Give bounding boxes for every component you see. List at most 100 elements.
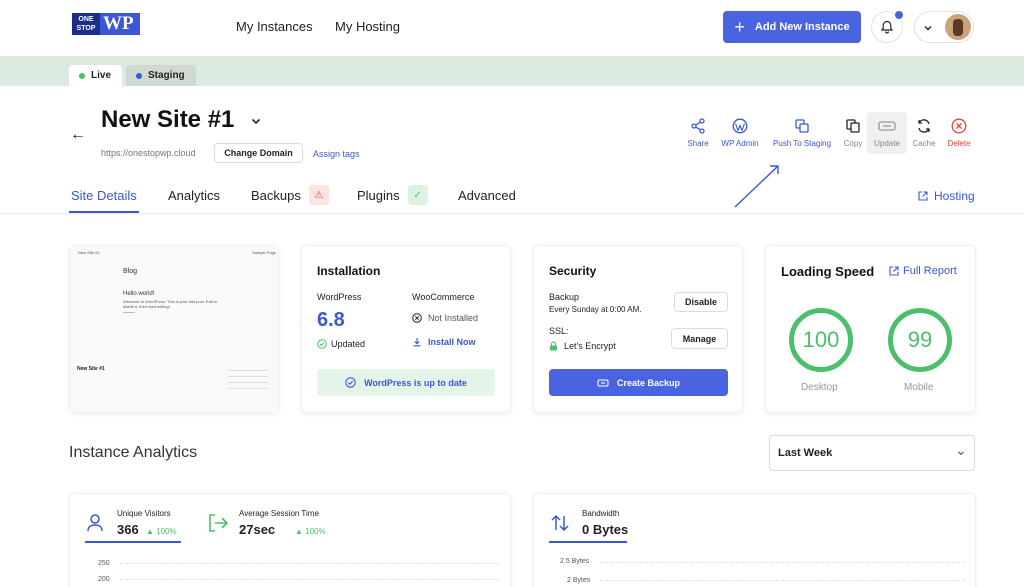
bandwidth-label: Bandwidth (582, 509, 620, 518)
tab-plugins[interactable]: Plugins ✓ (357, 185, 428, 205)
unique-visitors-value: 366 (117, 522, 139, 537)
site-url[interactable]: https://onestopwp.cloud (101, 148, 196, 158)
tab-analytics[interactable]: Analytics (168, 188, 220, 203)
security-title: Security (549, 264, 597, 278)
bandwidth-chart-card (533, 493, 976, 587)
copy-icon (844, 117, 862, 135)
hosting-link[interactable]: Hosting (918, 189, 975, 203)
instance-analytics-title: Instance Analytics (69, 444, 198, 461)
install-now-label: Install Now (428, 337, 476, 347)
tab-site-details-label: Site Details (71, 188, 137, 203)
env-tab-live-label: Live (91, 70, 112, 81)
transfer-arrows-icon (551, 514, 569, 532)
tab-backups[interactable]: Backups ⚠ (251, 185, 329, 205)
loading-speed-title: Loading Speed (781, 264, 875, 279)
delete-button[interactable]: Delete (937, 117, 981, 157)
check-circle-icon (317, 339, 327, 349)
check-circle-icon (345, 377, 356, 388)
installation-title: Installation (317, 264, 381, 278)
active-tab-indicator (69, 211, 139, 213)
desktop-label: Desktop (801, 382, 838, 393)
logo-line-2: STOP (76, 25, 96, 32)
avatar (945, 14, 971, 40)
user-menu[interactable] (914, 11, 974, 43)
push-to-staging-button[interactable]: Push To Staging (770, 117, 834, 157)
tab-analytics-label: Analytics (168, 188, 221, 203)
woocommerce-label: WooCommerce (412, 292, 475, 302)
update-button[interactable]: Update (867, 112, 907, 154)
preview-post-title: Hello world! (123, 291, 155, 297)
unique-visitors-delta-value: 100% (156, 527, 177, 536)
chevron-down-icon (924, 26, 932, 31)
bandwidth-gridline (600, 562, 965, 563)
bandwidth-active-indicator (549, 541, 627, 543)
tab-site-details[interactable]: Site Details (71, 188, 137, 203)
top-navbar: ONE STOP WP My Instances My Hosting + Add… (0, 0, 1024, 56)
user-icon (87, 514, 103, 532)
wordpress-label: WordPress (317, 292, 362, 302)
environment-bar: Live Staging (0, 56, 1024, 86)
push-to-staging-label: Push To Staging (772, 139, 832, 148)
x-circle-icon (412, 313, 422, 323)
staging-dot-icon (136, 72, 142, 79)
create-backup-button[interactable]: Create Backup (549, 369, 728, 396)
check-circle-icon: ✓ (407, 185, 428, 205)
ssl-status: Let's Encrypt (549, 341, 616, 351)
exit-icon (209, 514, 229, 532)
bandwidth-value: 0 Bytes (582, 522, 629, 537)
bandwidth-axis-tick: 2 Bytes (567, 577, 591, 584)
wp-admin-label: WP Admin (721, 139, 759, 148)
add-new-instance-button[interactable]: + Add New Instance (723, 11, 861, 43)
delete-label: Delete (947, 139, 971, 148)
external-link-icon (889, 266, 899, 276)
change-domain-button[interactable]: Change Domain (214, 143, 303, 163)
date-range-value: Last Week (778, 447, 833, 459)
add-new-instance-label: Add New Instance (754, 21, 850, 33)
site-preview-card[interactable]: New Site #1 Sample Page Blog Hello world… (69, 245, 279, 413)
site-thumbnail: New Site #1 Sample Page Blog Hello world… (70, 246, 278, 412)
full-report-link[interactable]: Full Report (889, 265, 957, 277)
install-now-button[interactable]: Install Now (412, 337, 476, 347)
wordpress-up-to-date-banner: WordPress is up to date (317, 369, 495, 396)
tab-advanced[interactable]: Advanced (458, 188, 516, 203)
date-range-select[interactable]: Last Week (769, 435, 975, 471)
mobile-score-gauge: 99 (888, 308, 952, 372)
nav-my-hosting[interactable]: My Hosting (335, 19, 400, 34)
wp-admin-button[interactable]: WP Admin (718, 117, 762, 157)
unique-visitors-delta: ▲ 100% (146, 527, 177, 536)
manage-ssl-button[interactable]: Manage (671, 328, 728, 349)
wordpress-up-to-date-label: WordPress is up to date (364, 377, 467, 388)
notifications-button[interactable] (871, 11, 903, 43)
wordpress-status: Updated (317, 339, 365, 349)
env-tab-live[interactable]: Live (69, 65, 122, 86)
brand-logo[interactable]: ONE STOP WP (72, 13, 140, 35)
visitors-gridline (120, 579, 500, 580)
update-icon (878, 117, 896, 135)
nav-my-instances[interactable]: My Instances (236, 19, 313, 34)
env-tab-staging[interactable]: Staging (126, 65, 196, 86)
push-icon (793, 117, 811, 135)
assign-tags-link[interactable]: Assign tags (313, 149, 360, 159)
plus-icon: + (734, 17, 745, 37)
session-time-delta-value: 100% (305, 527, 326, 536)
session-time-label: Average Session Time (239, 509, 319, 518)
back-arrow-icon[interactable]: ← (70, 126, 86, 144)
env-tab-staging-label: Staging (148, 70, 185, 81)
title-chevron-down-icon[interactable] (250, 115, 262, 127)
disable-backup-button[interactable]: Disable (674, 292, 728, 312)
logo-line-1: ONE (78, 16, 94, 23)
share-button[interactable]: Share (676, 117, 720, 157)
delete-icon (950, 117, 968, 135)
share-label: Share (687, 139, 709, 148)
unique-visitors-label: Unique Visitors (117, 509, 171, 518)
update-label: Update (874, 139, 900, 148)
tab-plugins-label: Plugins (357, 187, 400, 203)
visitors-chart-card (69, 493, 511, 587)
full-report-label: Full Report (903, 265, 957, 277)
woocommerce-status-label: Not Installed (428, 313, 479, 323)
warning-icon: ⚠ (308, 185, 329, 205)
logo-mark: WP (100, 13, 140, 35)
site-tabs: Site Details Analytics Backups ⚠ Plugins… (0, 180, 1024, 214)
bandwidth-gridline (600, 580, 965, 581)
bandwidth-axis-tick: 2.5 Bytes (560, 558, 590, 565)
